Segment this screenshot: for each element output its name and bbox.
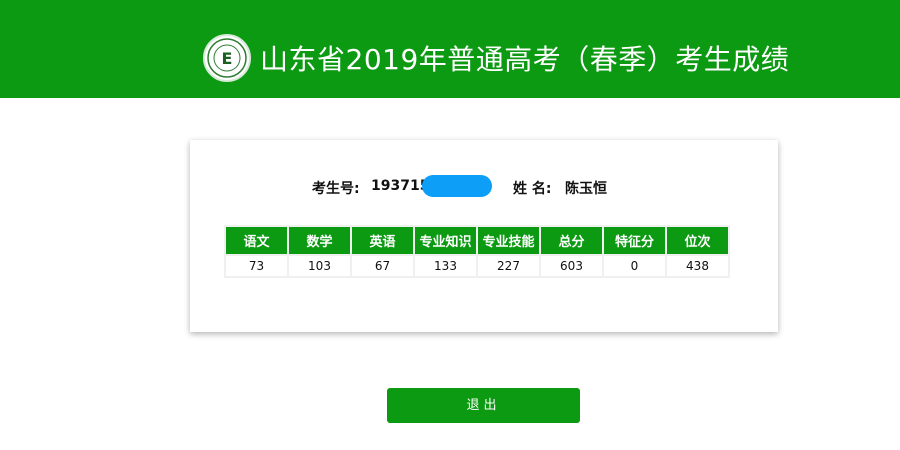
school-emblem-icon: E	[203, 34, 251, 82]
column-header-professional-skills: 专业技能	[478, 227, 539, 254]
score-english: 67	[352, 256, 413, 276]
exam-number-value: 193715	[371, 178, 430, 194]
name-label: 姓 名:	[513, 181, 552, 197]
score-rank: 438	[667, 256, 728, 276]
score-table: 语文 数学 英语 专业知识 专业技能 总分 特征分 位次 73 103 67 1…	[224, 225, 730, 278]
redaction-mask	[422, 175, 492, 197]
score-feature: 0	[604, 256, 665, 276]
exit-button[interactable]: 退出	[387, 388, 580, 423]
candidate-info: 考生号: 193715 姓 名: 陈玉恒	[190, 175, 778, 198]
score-professional-skills: 227	[478, 256, 539, 276]
column-header-feature-score: 特征分	[604, 227, 665, 254]
column-header-rank: 位次	[667, 227, 728, 254]
svg-text:E: E	[222, 49, 233, 68]
page-title: 山东省2019年普通高考（春季）考生成绩	[260, 43, 790, 76]
exam-number-label: 考生号:	[312, 181, 360, 197]
column-header-professional-knowledge: 专业知识	[415, 227, 476, 254]
column-header-english: 英语	[352, 227, 413, 254]
score-table-header-row: 语文 数学 英语 专业知识 专业技能 总分 特征分 位次	[226, 227, 728, 254]
name-value: 陈玉恒	[565, 181, 607, 197]
table-row: 73 103 67 133 227 603 0 438	[226, 256, 728, 276]
page-header: E 山东省2019年普通高考（春季）考生成绩	[0, 0, 900, 98]
score-card: 考生号: 193715 姓 名: 陈玉恒 语文 数学 英语 专业知识 专业技能 …	[190, 140, 778, 332]
column-header-chinese: 语文	[226, 227, 287, 254]
column-header-total: 总分	[541, 227, 602, 254]
score-math: 103	[289, 256, 350, 276]
score-total: 603	[541, 256, 602, 276]
score-chinese: 73	[226, 256, 287, 276]
column-header-math: 数学	[289, 227, 350, 254]
score-professional-knowledge: 133	[415, 256, 476, 276]
